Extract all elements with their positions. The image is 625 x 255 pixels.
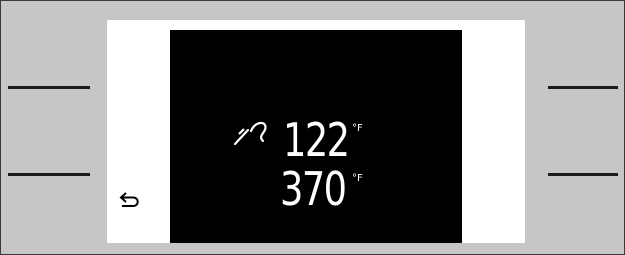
probe-temperature-value: 122 [283,113,350,167]
oven-temperature-unit: °F [352,173,363,184]
back-arrow-icon [119,192,139,207]
back-button[interactable] [114,186,146,216]
softkey-right-bottom[interactable] [548,173,618,176]
softkey-left-top[interactable] [8,86,90,89]
softkey-left-bottom[interactable] [8,173,90,176]
oven-temperature-value: 370 [280,162,347,216]
meat-probe-icon [233,121,267,146]
softkey-right-top[interactable] [548,86,618,89]
probe-temperature-unit: °F [352,123,363,134]
